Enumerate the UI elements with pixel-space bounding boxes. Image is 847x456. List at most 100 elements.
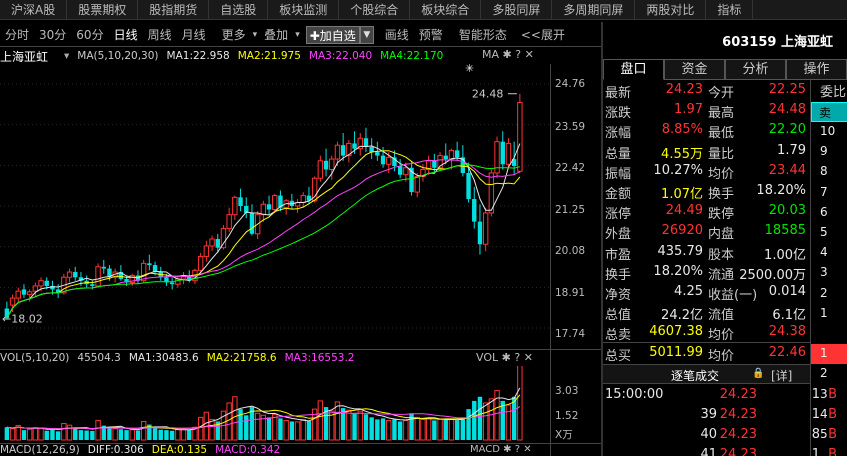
low-label: ←18.02 [2, 312, 43, 325]
candle-body [443, 155, 448, 160]
alert-button[interactable]: 预警 [414, 24, 448, 46]
candle-body [414, 175, 420, 193]
volume-bar [112, 428, 118, 441]
volume-bar [414, 416, 420, 441]
volume-bar [140, 420, 147, 441]
quote-label: 流通 [708, 267, 735, 283]
quote-label: 均价 [708, 348, 735, 364]
candle-body [403, 167, 409, 176]
overlay-menu[interactable]: 叠加 [259, 24, 293, 46]
top-tab[interactable]: 股票期权 [67, 0, 139, 20]
period-tab[interactable]: 日线 [109, 24, 143, 46]
quote-label: 最低 [708, 126, 735, 142]
close-icon[interactable]: ✕ [524, 351, 533, 364]
volume-bar [443, 419, 448, 440]
help-icon[interactable]: ? [515, 48, 521, 61]
chevron-down-icon[interactable]: ▼ [359, 26, 374, 44]
volume-bar [55, 431, 61, 440]
volume-bar [346, 409, 352, 441]
period-tab[interactable]: 周线 [143, 24, 177, 46]
chevron-down-icon[interactable]: ▾ [293, 24, 302, 46]
order-level: 3 [820, 386, 828, 401]
add-watchlist-button[interactable]: ✚加自选 [305, 26, 360, 44]
more-menu[interactable]: 更多 [217, 24, 251, 46]
volume-bar [477, 396, 483, 440]
divider [0, 349, 603, 350]
close-icon[interactable]: ✕ [523, 444, 531, 455]
candlestick-chart[interactable]: 24.48 ←18.02 [0, 64, 550, 346]
volume-bar [66, 424, 73, 441]
quote-value: 24.23 [665, 82, 703, 97]
close-icon[interactable]: ✕ [525, 48, 534, 61]
volume-chart[interactable] [0, 366, 550, 442]
ma-value: MA2:21.975 [237, 50, 301, 62]
expand-button[interactable]: <<展开 [516, 24, 570, 46]
top-tab[interactable]: 板块综合 [410, 0, 482, 20]
ma-line [6, 150, 521, 319]
quote-tab[interactable]: 操作 [786, 59, 847, 80]
quote-label: 流值 [708, 308, 735, 324]
top-tab[interactable]: 指标 [706, 0, 754, 20]
volume-bar [135, 430, 141, 440]
top-tab[interactable]: 沪深A股 [0, 0, 68, 20]
candle-body [448, 149, 455, 160]
candle-body [140, 262, 147, 282]
volume-bar [4, 427, 10, 440]
top-tab[interactable]: 两股对比 [635, 0, 707, 20]
gear-icon[interactable]: ✱ [503, 444, 511, 455]
candle-body [66, 271, 73, 278]
period-tab[interactable]: 30分 [34, 24, 71, 46]
gear-icon[interactable]: ✱ [503, 48, 512, 61]
high-label: 24.48 [472, 88, 504, 101]
top-tab[interactable]: 自选股 [209, 0, 269, 20]
quote-value: 4.55万 [661, 146, 703, 162]
volume-bar [32, 427, 39, 441]
quote-tab[interactable]: 分析 [725, 59, 786, 80]
top-tab[interactable]: 多股同屏 [481, 0, 553, 20]
quote-label: 总量 [605, 146, 632, 162]
macd-value: DIFF:0.306 [87, 444, 144, 456]
period-tab[interactable]: 60分 [71, 24, 108, 46]
volume-bar [317, 400, 324, 441]
trade-price: 24.23 [719, 407, 757, 422]
help-icon[interactable]: ? [515, 444, 520, 455]
candle-body [21, 289, 27, 295]
trades-detail-link[interactable]: [详] [771, 367, 792, 384]
help-icon[interactable]: ? [514, 351, 520, 364]
top-tab[interactable]: 股指期货 [138, 0, 210, 20]
quote-value: 0.014 [768, 284, 806, 299]
smart-pattern-button[interactable]: 智能形态 [454, 24, 512, 46]
volume-bar [197, 416, 204, 441]
price-tick: 17.74 [555, 328, 586, 340]
lock-icon[interactable]: 🔒 [752, 368, 764, 379]
quote-value: 26920 [661, 223, 703, 239]
order-level: 4 [820, 245, 828, 260]
candle-body [26, 291, 33, 296]
ma-line [6, 159, 521, 319]
top-tab[interactable]: 个股综合 [339, 0, 411, 20]
top-tab[interactable]: 多周期同屏 [552, 0, 636, 20]
volume-bar [386, 419, 392, 441]
quote-tab[interactable]: 盘口 [603, 59, 664, 80]
volume-bar [278, 418, 283, 440]
volume-bar [44, 430, 49, 440]
period-tab[interactable]: 分时 [0, 24, 34, 46]
top-tab[interactable]: 板块监测 [268, 0, 340, 20]
volume-bar [482, 402, 489, 441]
chevron-down-icon[interactable]: ▾ [251, 24, 260, 46]
order-level: 2 [820, 285, 828, 300]
quote-tab[interactable]: 资金 [664, 59, 725, 80]
period-tab[interactable]: 月线 [177, 24, 211, 46]
order-ratio-label: 委比 [820, 85, 847, 100]
candle-body [363, 138, 369, 147]
quote-value: 10.27% [653, 162, 703, 178]
dropdown-icon[interactable]: ▾ [64, 50, 69, 62]
candle-body [238, 197, 243, 206]
volume-bar [357, 410, 363, 441]
draw-line-button[interactable]: 画线 [380, 24, 414, 46]
trade-time: 41 [700, 447, 717, 456]
quote-label: 涨幅 [605, 126, 632, 142]
candle-body [32, 285, 39, 292]
price-tick: 20.08 [555, 245, 586, 257]
gear-icon[interactable]: ✱ [502, 351, 511, 364]
